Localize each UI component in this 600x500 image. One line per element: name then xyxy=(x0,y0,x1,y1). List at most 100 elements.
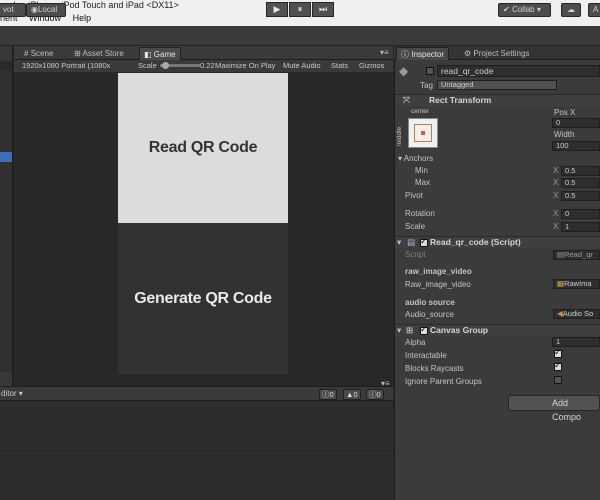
tab-project-settings-label: Project Settings xyxy=(473,49,530,58)
info-icon: ⓘ xyxy=(401,50,409,59)
generate-qr-code-button[interactable]: Generate QR Code xyxy=(118,223,288,374)
maximize-on-play-toggle[interactable]: Maximize On Play xyxy=(215,60,275,72)
tab-project-settings[interactable]: ⚙ Project Settings xyxy=(460,47,533,60)
active-checkbox[interactable] xyxy=(426,67,434,75)
add-component-button[interactable]: Add Compo xyxy=(508,395,600,422)
canvas-group-enabled-checkbox[interactable] xyxy=(420,324,428,335)
tab-asset-store[interactable]: ⊞ Asset Store xyxy=(70,47,128,60)
store-icon: ⊞ xyxy=(74,49,81,58)
tab-game[interactable]: ◧ Game xyxy=(139,47,181,60)
game-toolbar: 1920x1080 Portrait (1080x Scale 0.22 Max… xyxy=(14,60,393,72)
foldout-arrow-icon: ▾ xyxy=(397,325,402,335)
console-log-count[interactable]: ⓘ0 xyxy=(319,389,337,400)
tab-scene[interactable]: # Scene xyxy=(20,47,57,60)
game-icon: ◧ xyxy=(144,50,152,59)
anchor-min-x-label: X xyxy=(553,166,559,175)
anchors-label: Anchors xyxy=(403,154,434,163)
width-field[interactable]: 100 xyxy=(552,141,600,151)
pivot-toggle[interactable]: vot xyxy=(0,3,26,17)
tab-inspector-label: Inspector xyxy=(411,50,445,59)
resolution-dropdown[interactable]: 1920x1080 Portrait (1080x xyxy=(22,60,110,72)
pivot-x-label: X xyxy=(553,191,559,200)
tag-dropdown[interactable]: Untagged xyxy=(437,80,557,90)
tab-game-label: Game xyxy=(153,50,176,59)
audio-source-header: audio source xyxy=(405,298,455,307)
raw-image-label: Raw_image_video xyxy=(405,280,471,289)
scale-slider-handle[interactable] xyxy=(162,62,169,69)
script-field[interactable]: ▤Read_qr xyxy=(553,250,600,260)
error-count: 0 xyxy=(376,390,381,399)
blocks-raycasts-checkbox[interactable] xyxy=(554,360,562,371)
script-label: Script xyxy=(405,250,426,259)
scale-value: 0.22 xyxy=(200,61,215,70)
warning-count: 0 xyxy=(353,390,358,399)
anchor-min-x-field[interactable]: 0.5 xyxy=(561,166,600,176)
script-field-value: Read_qr xyxy=(564,250,593,259)
scale-label: Scale xyxy=(138,61,157,70)
rotation-x-field[interactable]: 0 xyxy=(561,209,600,219)
local-label: Local xyxy=(37,5,58,14)
menu-help[interactable]: Help xyxy=(73,13,92,23)
stats-toggle[interactable]: Stats xyxy=(331,60,348,72)
check-icon: ✔ xyxy=(503,5,510,14)
script-component-header[interactable]: ▾ ▤ Read_qr_code (Script) xyxy=(395,236,600,248)
collab-label: Collab ▾ xyxy=(511,5,541,14)
gizmos-dropdown[interactable]: Gizmos xyxy=(359,60,384,72)
canvas-group-header[interactable]: ▾ ⊞ Canvas Group xyxy=(395,324,600,336)
step-button[interactable]: ⏭ xyxy=(312,2,334,17)
interactable-checkbox[interactable] xyxy=(554,347,562,358)
anchor-center-dot xyxy=(421,131,425,135)
script-icon: ▤ xyxy=(407,237,416,247)
tab-asset-store-label: Asset Store xyxy=(82,49,124,58)
play-button[interactable]: ▶ xyxy=(266,2,288,17)
canvas-group-icon: ⊞ xyxy=(406,325,414,335)
panel-menu-icon[interactable]: ▾≡ xyxy=(380,48,389,57)
console-editor-label: ditor xyxy=(1,389,17,398)
pos-x-field[interactable]: 0 xyxy=(552,118,600,128)
local-toggle[interactable]: ◉Local xyxy=(26,3,66,17)
read-qr-code-button[interactable]: Read QR Code xyxy=(118,73,288,223)
blocks-raycasts-label: Blocks Raycasts xyxy=(405,364,464,373)
raw-image-header: raw_image_video xyxy=(405,267,472,276)
hierarchy-list[interactable] xyxy=(0,60,12,372)
interactable-label: Interactable xyxy=(405,351,447,360)
error-icon: ⓘ xyxy=(369,390,377,399)
tab-inspector[interactable]: ⓘ Inspector xyxy=(396,47,450,60)
anchor-middle-label: middle xyxy=(396,126,403,146)
anchor-max-x-label: X xyxy=(553,178,559,187)
anchor-min-label: Min xyxy=(415,166,428,175)
anchor-max-x-field[interactable]: 0.5 xyxy=(561,178,600,188)
mute-audio-toggle[interactable]: Mute Audio xyxy=(283,60,321,72)
console-error-count[interactable]: ⓘ0 xyxy=(366,389,384,400)
console-divider xyxy=(0,450,393,451)
anchor-max-label: Max xyxy=(415,178,431,187)
rect-transform-icon: ⤧ xyxy=(403,95,410,105)
hierarchy-selected-row[interactable] xyxy=(0,152,12,162)
hierarchy-search-field[interactable] xyxy=(0,62,12,70)
anchors-foldout[interactable]: ▾ Anchors xyxy=(398,154,433,163)
console-menu-icon[interactable]: ▾≡ xyxy=(381,379,390,388)
scale-label: Scale xyxy=(405,222,426,231)
scale-x-field[interactable]: 1 xyxy=(561,222,600,232)
rect-transform-header[interactable]: ⤧ Rect Transform xyxy=(395,94,600,106)
console-warning-count[interactable]: ▲0 xyxy=(343,389,361,400)
object-name-field[interactable]: read_qr_code xyxy=(437,65,600,77)
script-enabled-checkbox[interactable] xyxy=(420,236,428,247)
console-editor-dropdown[interactable]: ditor ▾ xyxy=(1,387,23,400)
audio-source-label: Audio_source xyxy=(405,310,454,319)
collab-button[interactable]: ✔ Collab ▾ xyxy=(498,3,551,17)
rect-transform-title: Rect Transform xyxy=(429,95,492,105)
foldout-arrow-icon: ▾ xyxy=(397,237,402,247)
alpha-field[interactable]: 1 xyxy=(552,337,600,347)
scene-icon: # xyxy=(24,49,29,58)
audio-source-field[interactable]: ◀Audio So xyxy=(553,309,600,319)
cloud-button[interactable]: ☁ xyxy=(561,3,581,17)
raw-image-field-value: RawIma xyxy=(564,279,592,288)
pivot-x-field[interactable]: 0.5 xyxy=(561,191,600,201)
account-button[interactable]: A xyxy=(588,3,600,17)
gameobject-icon: ◆ xyxy=(399,64,409,78)
gear-icon: ⚙ xyxy=(464,49,472,58)
pause-button[interactable]: ⏸ xyxy=(289,2,311,17)
ignore-parent-groups-checkbox[interactable] xyxy=(554,376,562,384)
raw-image-field[interactable]: ▦RawIma xyxy=(553,279,600,289)
